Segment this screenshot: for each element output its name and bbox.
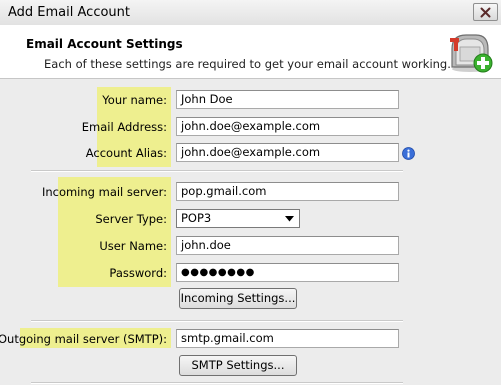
user-name-field[interactable]: john.doe [176, 236, 399, 255]
dropdown-arrow-icon [285, 216, 294, 222]
smtp-settings-button[interactable]: SMTP Settings... [179, 355, 297, 376]
separator [31, 382, 403, 384]
close-icon [480, 7, 491, 17]
account-alias-label: Account Alias: [85, 146, 167, 160]
section-title: Email Account Settings [26, 37, 183, 51]
info-icon[interactable] [402, 147, 415, 160]
title-bar[interactable]: Add Email Account [0, 0, 501, 26]
email-address-label: Email Address: [81, 120, 167, 134]
outgoing-server-field[interactable]: smtp.gmail.com [176, 329, 399, 348]
section-description: Each of these settings are required to g… [44, 57, 451, 71]
your-name-field[interactable]: John Doe [176, 90, 399, 109]
user-name-label: User Name: [99, 239, 167, 253]
close-button[interactable] [473, 3, 498, 21]
incoming-server-field[interactable]: pop.gmail.com [176, 182, 399, 201]
email-address-field[interactable]: john.doe@example.com [176, 117, 399, 136]
mailbox-icon [450, 34, 493, 73]
password-label: Password: [109, 266, 167, 280]
server-type-value: POP3 [181, 211, 212, 225]
separator [31, 320, 403, 322]
account-alias-field[interactable]: john.doe@example.com [176, 143, 399, 162]
server-type-select[interactable]: POP3 [176, 209, 300, 228]
add-email-account-dialog: Add Email Account Email Account Settings… [0, 0, 501, 385]
incoming-settings-button[interactable]: Incoming Settings... [179, 288, 297, 309]
dialog-header: Email Account Settings Each of these set… [0, 25, 501, 79]
incoming-server-label: Incoming mail server: [41, 185, 167, 199]
window-title: Add Email Account [8, 5, 130, 20]
your-name-label: Your name: [102, 93, 167, 107]
password-field[interactable]: ●●●●●●●● [176, 263, 399, 282]
outgoing-server-label: Outgoing mail server (SMTP): [0, 332, 167, 346]
server-type-label: Server Type: [95, 212, 167, 226]
separator [31, 170, 403, 172]
